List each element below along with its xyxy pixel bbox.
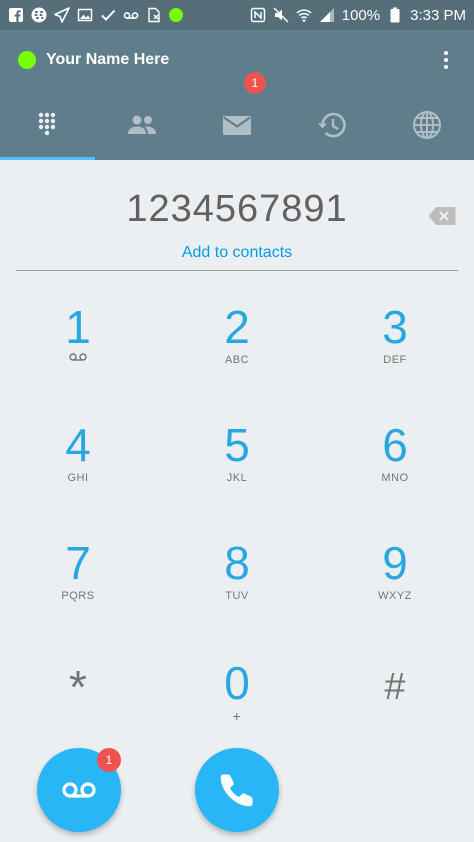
messages-badge: 1 xyxy=(244,72,266,94)
key-2[interactable]: 2 ABC xyxy=(177,302,297,402)
voicemail-icon xyxy=(123,7,139,23)
dialed-number[interactable]: 1234567891 xyxy=(0,188,474,231)
key-digit: 5 xyxy=(224,419,250,471)
key-digit: 1 xyxy=(65,301,91,353)
key-4[interactable]: 4 GHI xyxy=(18,420,138,520)
key-letters: ABC xyxy=(224,354,250,366)
key-1[interactable]: 1 xyxy=(18,302,138,402)
key-digit: 2 xyxy=(224,301,250,353)
tab-dialpad[interactable] xyxy=(0,90,95,160)
tab-contacts[interactable] xyxy=(95,90,190,160)
key-letters: TUV xyxy=(225,590,249,602)
tab-bar xyxy=(0,90,474,160)
key-letters: GHI xyxy=(67,472,89,484)
mail-icon xyxy=(222,116,251,135)
phone-icon xyxy=(220,774,253,807)
send-icon xyxy=(54,7,70,23)
facebook-icon xyxy=(8,7,24,23)
contacts-icon xyxy=(128,115,157,134)
key-3[interactable]: 3 DEF xyxy=(335,302,455,402)
key-digit: 4 xyxy=(65,419,91,471)
key-digit: 0 xyxy=(224,657,250,709)
call-button[interactable] xyxy=(195,748,279,832)
clock: 3:33 PM xyxy=(410,6,466,24)
presence-dot-icon xyxy=(169,8,183,22)
title-bar: Your Name Here xyxy=(0,30,474,90)
key-letters: + xyxy=(232,708,242,724)
key-letters: PQRS xyxy=(61,590,95,602)
tab-history[interactable] xyxy=(284,90,379,160)
key-9[interactable]: 9 WXYZ xyxy=(335,538,455,638)
key-digit: 7 xyxy=(65,537,91,589)
key-digit: 9 xyxy=(382,537,408,589)
key-letters: JKL xyxy=(226,472,248,484)
key-6[interactable]: 6 MNO xyxy=(335,420,455,520)
divider xyxy=(16,270,458,271)
dialpad-icon xyxy=(39,112,56,136)
battery-icon xyxy=(387,7,403,23)
key-letters: DEF xyxy=(383,354,407,366)
sim-icon xyxy=(146,7,162,23)
tab-web[interactable] xyxy=(379,90,474,160)
signal-icon xyxy=(319,7,335,23)
key-digit: 6 xyxy=(382,419,408,471)
presence-status-icon[interactable] xyxy=(18,51,36,69)
add-to-contacts-link[interactable]: Add to contacts xyxy=(0,244,474,262)
key-digit: 3 xyxy=(382,301,408,353)
key-digit: # xyxy=(384,666,406,708)
battery-percent: 100% xyxy=(341,6,381,24)
nfc-icon xyxy=(250,7,266,23)
key-letters: MNO xyxy=(381,472,409,484)
voicemail-key-icon xyxy=(69,353,87,361)
more-options-icon[interactable] xyxy=(436,48,456,72)
globe-icon xyxy=(412,111,441,139)
voicemail-icon xyxy=(62,782,96,798)
check-icon xyxy=(100,7,116,23)
image-icon xyxy=(77,7,93,23)
key-8[interactable]: 8 TUV xyxy=(177,538,297,638)
status-system-icons: 100% 3:33 PM xyxy=(250,7,466,24)
mute-icon xyxy=(273,7,289,23)
tab-messages[interactable] xyxy=(190,90,285,160)
key-digit: 8 xyxy=(224,537,250,589)
status-bar: 100% 3:33 PM xyxy=(0,0,474,30)
user-name: Your Name Here xyxy=(46,51,170,68)
history-icon xyxy=(317,112,346,138)
app-header: Your Name Here xyxy=(0,30,474,160)
key-5[interactable]: 5 JKL xyxy=(177,420,297,520)
wifi-icon xyxy=(296,7,312,23)
key-star[interactable]: * xyxy=(18,662,138,762)
key-7[interactable]: 7 PQRS xyxy=(18,538,138,638)
voicemail-badge: 1 xyxy=(97,748,121,772)
key-0[interactable]: 0 + xyxy=(177,658,297,758)
key-digit: * xyxy=(69,661,87,713)
status-notification-icons xyxy=(8,7,250,23)
key-hash[interactable]: # xyxy=(335,662,455,762)
key-letters: WXYZ xyxy=(378,590,412,602)
backspace-icon[interactable] xyxy=(428,206,456,226)
blackberry-icon xyxy=(31,7,47,23)
